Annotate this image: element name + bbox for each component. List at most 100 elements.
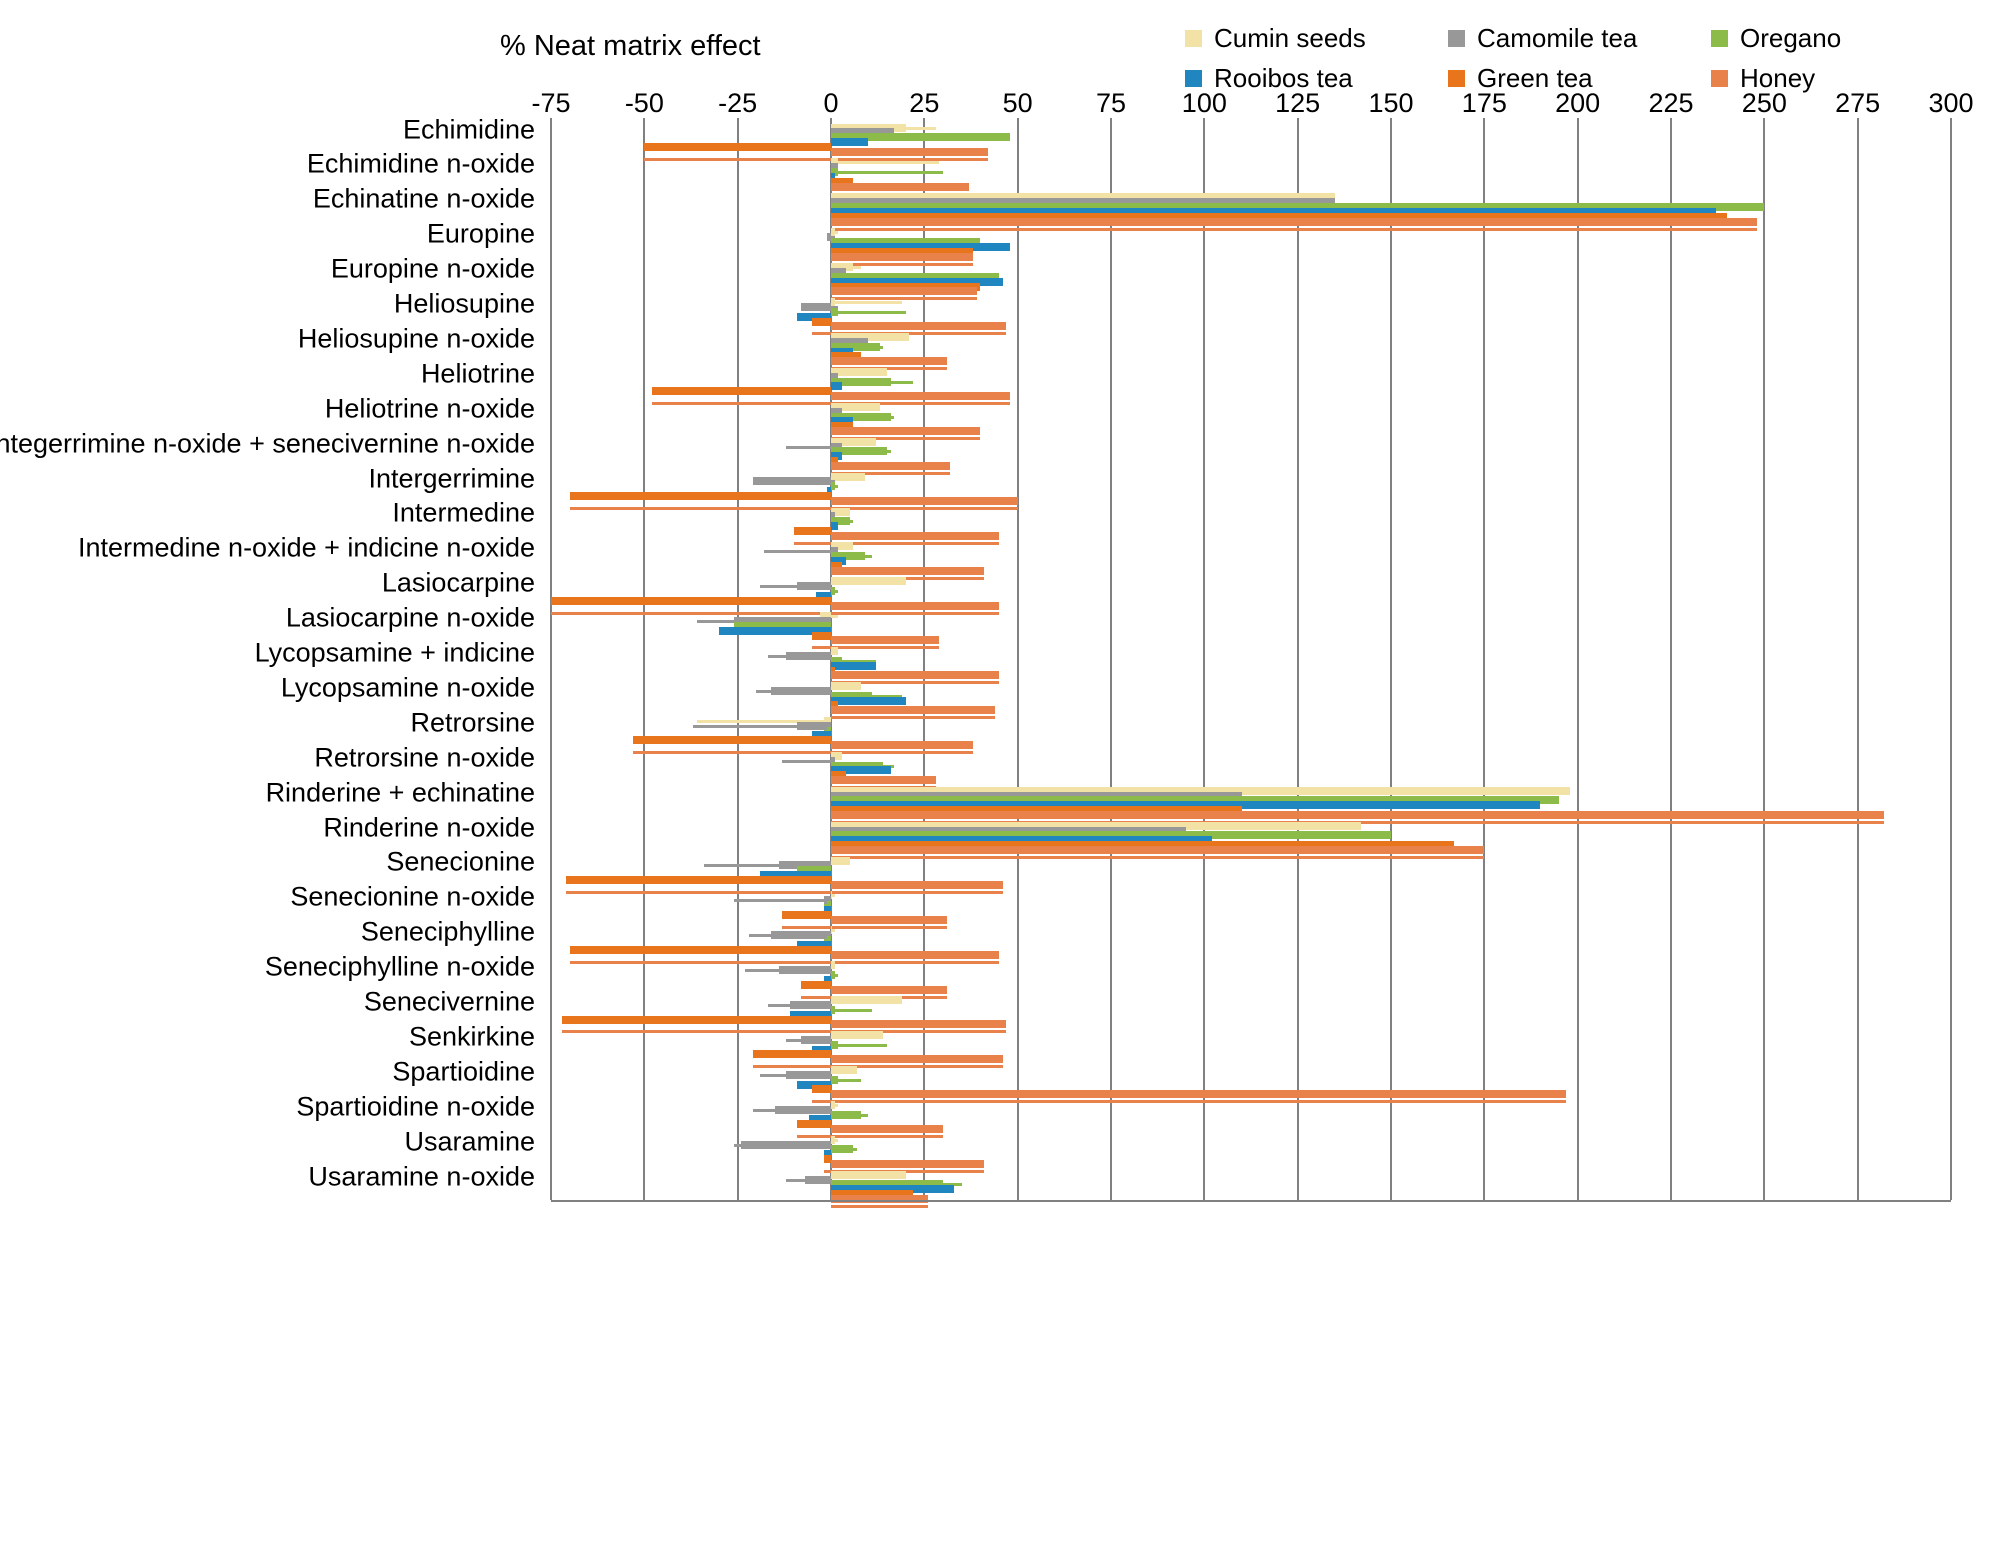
category-label: Rinderine n-oxide (323, 812, 535, 843)
legend-label: Camomile tea (1477, 23, 1638, 53)
bar-cumin-seeds[interactable] (831, 472, 865, 481)
bar-oregano[interactable] (831, 587, 835, 596)
category-label: Lycopsamine n-oxide (280, 672, 535, 703)
error-bar (831, 615, 839, 619)
bar-green-tea[interactable] (551, 596, 831, 605)
bar-group (551, 362, 1951, 406)
bar-green-tea[interactable] (797, 1120, 831, 1129)
bar-camomile-tea[interactable] (741, 1140, 831, 1149)
bar-green-tea[interactable] (812, 317, 831, 326)
bar-group (551, 711, 1951, 755)
bar-green-tea[interactable] (782, 910, 831, 919)
bar-camomile-tea[interactable] (786, 651, 831, 660)
bar-camomile-tea[interactable] (786, 1070, 831, 1079)
bar-camomile-tea[interactable] (797, 721, 831, 730)
error-bar (763, 550, 831, 554)
bar-oregano[interactable] (831, 1005, 835, 1014)
bar-green-tea[interactable] (569, 945, 831, 954)
bar-camomile-tea[interactable] (801, 302, 831, 311)
bar-green-tea[interactable] (812, 1085, 831, 1094)
bar-green-tea[interactable] (569, 492, 831, 501)
x-tick-label: 250 (1741, 88, 1787, 118)
bar-cumin-seeds[interactable] (831, 228, 835, 237)
axis-title: % Neat matrix effect (500, 30, 761, 62)
bar-green-tea[interactable] (823, 1155, 831, 1164)
category-label: Lasiocarpine n-oxide (285, 602, 535, 633)
bar-camomile-tea[interactable] (801, 1035, 831, 1044)
category-label: Senkirkine (408, 1021, 535, 1052)
x-tick-label: 25 (909, 88, 940, 118)
category-label: Lycopsamine + indicine (254, 637, 535, 668)
x-tick-label: 150 (1368, 88, 1414, 118)
legend-item-oregano[interactable]: Oregano (1711, 18, 1974, 58)
bar-cumin-seeds[interactable] (831, 1031, 884, 1040)
bar-rooibos-tea[interactable] (831, 522, 839, 531)
bar-camomile-tea[interactable] (778, 966, 831, 975)
bar-oregano[interactable] (831, 1145, 854, 1154)
bar-green-tea[interactable] (562, 1015, 831, 1024)
bar-group (551, 467, 1951, 510)
bar-rooibos-tea[interactable] (831, 138, 869, 147)
legend-item-camomile-tea[interactable]: Camomile tea (1448, 18, 1711, 58)
bar-oregano[interactable] (831, 1040, 839, 1049)
bar-rooibos-tea[interactable] (831, 382, 843, 391)
category-label: Spartioidine n-oxide (296, 1091, 535, 1122)
legend-swatch-icon (1185, 29, 1202, 47)
error-bar (733, 899, 831, 903)
bar-camomile-tea[interactable] (771, 931, 831, 940)
bar-oregano[interactable] (831, 307, 839, 316)
bar-group (551, 676, 1951, 720)
bar-group (551, 502, 1951, 545)
bar-cumin-seeds[interactable] (831, 577, 906, 586)
bar-rooibos-tea[interactable] (831, 661, 876, 670)
category-label: Europine (426, 218, 535, 249)
bar-green-tea[interactable] (644, 142, 831, 151)
bar-cumin-seeds[interactable] (831, 647, 839, 656)
category-label: Retrorsine n-oxide (314, 742, 535, 773)
bar-group (551, 886, 1951, 929)
bar-green-tea[interactable] (812, 631, 831, 640)
bar-green-tea[interactable] (801, 980, 831, 989)
bar-oregano[interactable] (831, 1075, 839, 1084)
category-label: Heliotrine n-oxide (324, 393, 535, 424)
bar-camomile-tea[interactable] (775, 1105, 831, 1114)
bar-camomile-tea[interactable] (752, 477, 831, 486)
bar-group (551, 851, 1951, 894)
bar-green-tea[interactable] (565, 875, 831, 884)
bar-rooibos-tea[interactable] (831, 696, 906, 705)
bar-oregano[interactable] (831, 482, 835, 491)
bar-cumin-seeds[interactable] (831, 856, 850, 865)
bar-rows (551, 118, 1951, 1208)
bar-green-tea[interactable] (633, 736, 831, 745)
bar-oregano[interactable] (831, 970, 835, 979)
bar-cumin-seeds[interactable] (831, 367, 887, 376)
bar-cumin-seeds[interactable] (831, 1100, 835, 1109)
bar-cumin-seeds[interactable] (831, 1135, 835, 1144)
bar-camomile-tea[interactable] (771, 686, 831, 695)
bar-cumin-seeds[interactable] (831, 996, 902, 1005)
bar-group (551, 258, 1951, 301)
legend-swatch-icon (1185, 69, 1202, 87)
bar-group (551, 1130, 1951, 1174)
category-label: Rinderine + echinatine (265, 777, 535, 808)
bar-cumin-seeds[interactable] (831, 1065, 858, 1074)
bar-cumin-seeds[interactable] (831, 891, 832, 900)
bar-group (551, 921, 1951, 964)
legend-item-cumin-seeds[interactable]: Cumin seeds (1185, 18, 1448, 58)
bar-green-tea[interactable] (651, 387, 831, 396)
error-bar (786, 445, 831, 449)
bar-camomile-tea[interactable] (797, 582, 831, 591)
bar-group (551, 1060, 1951, 1104)
x-tick-label: 175 (1461, 88, 1507, 118)
bar-green-tea[interactable] (752, 1050, 831, 1059)
bar-green-tea[interactable] (793, 526, 831, 535)
bar-cumin-seeds[interactable] (831, 298, 835, 307)
bar-camomile-tea[interactable] (804, 1175, 831, 1184)
bar-cumin-seeds[interactable] (831, 926, 832, 935)
bar-group (551, 118, 1951, 161)
bar-cumin-seeds[interactable] (831, 682, 861, 691)
bar-cumin-seeds[interactable] (831, 961, 835, 970)
bar-oregano[interactable] (831, 1110, 861, 1119)
bar-cumin-seeds[interactable] (831, 1170, 906, 1179)
bar-camomile-tea[interactable] (789, 1001, 831, 1010)
